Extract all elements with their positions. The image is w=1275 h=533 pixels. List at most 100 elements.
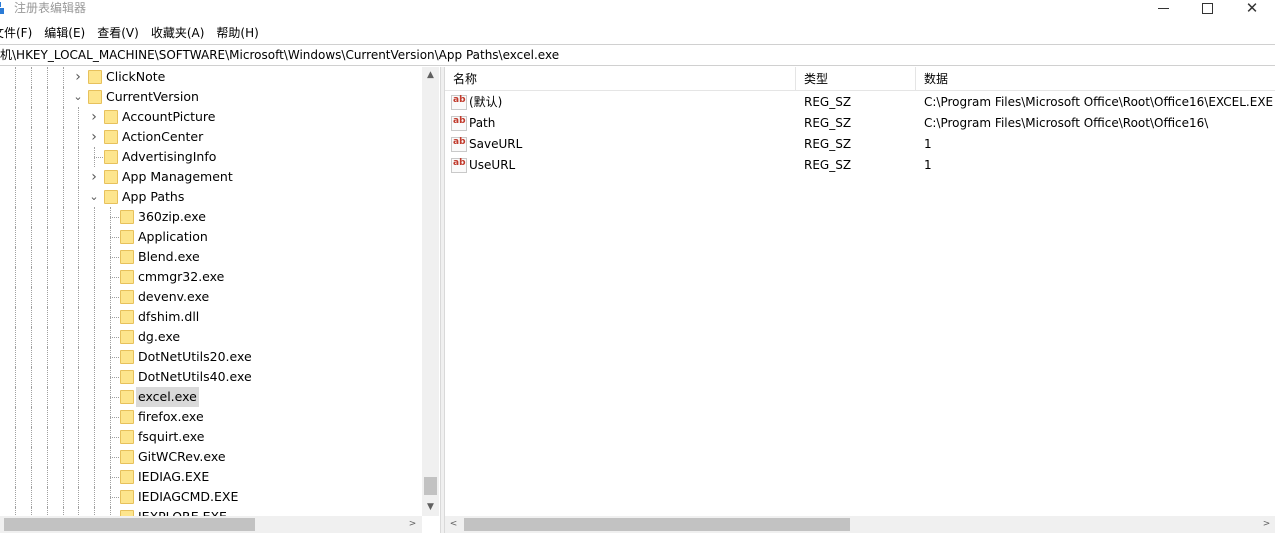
list-item[interactable]: ab UseURL REG_SZ 1 bbox=[445, 155, 1275, 176]
tree-guide-line bbox=[47, 87, 48, 107]
list-item[interactable]: ab Path REG_SZ C:\Program Files\Microsoft O… bbox=[445, 113, 1275, 134]
tree-node-label: ActionCenter bbox=[122, 129, 204, 144]
tree-guide-line bbox=[110, 337, 119, 338]
value-type: REG_SZ bbox=[804, 158, 852, 172]
scroll-right-arrow-icon[interactable]: > bbox=[404, 516, 421, 533]
tree-node[interactable]: › ClickNote bbox=[0, 67, 422, 87]
list-horizontal-scrollbar[interactable]: < > bbox=[445, 516, 1275, 533]
tree-guide-line bbox=[47, 227, 48, 247]
value-type: REG_SZ bbox=[804, 137, 852, 151]
tree-node[interactable]: AdvertisingInfo bbox=[0, 147, 422, 167]
tree-guide-line bbox=[15, 127, 16, 147]
tree-guide-line bbox=[15, 467, 16, 487]
tree-guide-line bbox=[63, 207, 64, 227]
tree-guide-line bbox=[78, 167, 79, 187]
maximize-button[interactable] bbox=[1184, 0, 1230, 16]
tree-node[interactable]: devenv.exe bbox=[0, 287, 422, 307]
tree-node[interactable]: dfshim.dll bbox=[0, 307, 422, 327]
tree-node[interactable]: excel.exe bbox=[0, 387, 422, 407]
tree-guide-line bbox=[78, 287, 79, 307]
tree-guide-line bbox=[63, 467, 64, 487]
tree-guide-line bbox=[47, 167, 48, 187]
tree-vertical-scroll-thumb[interactable] bbox=[424, 477, 437, 495]
tree-node[interactable]: dg.exe bbox=[0, 327, 422, 347]
tree-guide-line bbox=[78, 207, 79, 227]
folder-icon bbox=[120, 210, 134, 224]
menu-view[interactable]: 查看(V) bbox=[91, 23, 145, 43]
tree-guide-line bbox=[63, 427, 64, 447]
tree-node[interactable]: › App Management bbox=[0, 167, 422, 187]
chevron-right-icon[interactable]: › bbox=[88, 170, 100, 184]
folder-icon bbox=[120, 310, 134, 324]
tree-node[interactable]: IEDIAGCMD.EXE bbox=[0, 487, 422, 507]
tree-guide-line bbox=[94, 267, 95, 287]
column-header-name[interactable]: 名称 bbox=[445, 67, 796, 91]
menu-edit[interactable]: 编辑(E) bbox=[38, 23, 91, 43]
tree-guide-line bbox=[78, 447, 79, 467]
tree-node[interactable]: 360zip.exe bbox=[0, 207, 422, 227]
menu-file[interactable]: 文件(F) bbox=[0, 23, 38, 43]
column-header-type[interactable]: 类型 bbox=[796, 67, 916, 91]
tree-guide-line bbox=[78, 407, 79, 427]
menu-favorites[interactable]: 收藏夹(A) bbox=[145, 23, 211, 43]
tree-node[interactable]: cmmgr32.exe bbox=[0, 267, 422, 287]
tree-guide-line bbox=[78, 427, 79, 447]
tree-horizontal-scrollbar[interactable]: > bbox=[0, 516, 422, 533]
minimize-button[interactable] bbox=[1140, 0, 1186, 16]
folder-icon bbox=[104, 130, 118, 144]
tree-node[interactable]: Blend.exe bbox=[0, 247, 422, 267]
close-button[interactable]: ✕ bbox=[1229, 0, 1275, 16]
menu-help[interactable]: 帮助(H) bbox=[210, 23, 264, 43]
chevron-down-icon[interactable]: ⌄ bbox=[72, 91, 84, 103]
tree-guide-line bbox=[63, 447, 64, 467]
tree-node[interactable]: › ActionCenter bbox=[0, 127, 422, 147]
column-header-data[interactable]: 数据 bbox=[916, 67, 1275, 91]
list-horizontal-scroll-thumb[interactable] bbox=[464, 518, 850, 531]
tree-guide-line bbox=[31, 427, 32, 447]
tree-guide-line bbox=[110, 217, 119, 218]
tree-node[interactable]: GitWCRev.exe bbox=[0, 447, 422, 467]
scroll-up-arrow-icon[interactable]: ▲ bbox=[422, 67, 439, 84]
list-item[interactable]: ab (默认) REG_SZ C:\Program Files\Microsoft O… bbox=[445, 92, 1275, 113]
chevron-right-icon[interactable]: › bbox=[88, 130, 100, 144]
tree-node[interactable]: ⌄ App Paths bbox=[0, 187, 422, 207]
scroll-down-arrow-icon[interactable]: ▼ bbox=[422, 499, 439, 516]
tree-guide-line bbox=[63, 147, 64, 167]
tree-node[interactable]: ⌄ CurrentVersion bbox=[0, 87, 422, 107]
tree-node-label: CurrentVersion bbox=[106, 89, 199, 104]
tree-node[interactable]: DotNetUtils20.exe bbox=[0, 347, 422, 367]
tree-guide-line bbox=[31, 207, 32, 227]
chevron-right-icon[interactable]: › bbox=[88, 110, 100, 124]
folder-icon bbox=[120, 450, 134, 464]
tree-guide-line bbox=[15, 247, 16, 267]
scroll-left-arrow-icon[interactable]: < bbox=[445, 516, 462, 533]
tree-node[interactable]: Application bbox=[0, 227, 422, 247]
tree-node-label: dg.exe bbox=[138, 329, 181, 344]
tree-vertical-scrollbar[interactable]: ▲ ▼ bbox=[422, 67, 439, 516]
chevron-down-icon[interactable]: ⌄ bbox=[88, 191, 100, 203]
tree-guide-line bbox=[31, 167, 32, 187]
minimize-icon bbox=[1157, 7, 1169, 9]
tree-guide-line bbox=[94, 427, 95, 447]
tree-guide-line bbox=[47, 247, 48, 267]
tree-guide-line bbox=[47, 387, 48, 407]
tree-guide-line bbox=[78, 507, 79, 516]
tree-node[interactable]: DotNetUtils40.exe bbox=[0, 367, 422, 387]
tree-node[interactable]: firefox.exe bbox=[0, 407, 422, 427]
tree-guide-line bbox=[78, 307, 79, 327]
folder-icon bbox=[104, 170, 118, 184]
scroll-right-arrow-icon[interactable]: > bbox=[1258, 516, 1275, 533]
address-path[interactable]: 计算机\HKEY_LOCAL_MACHINE\SOFTWARE\Microsof… bbox=[0, 45, 559, 65]
tree-node[interactable]: › AccountPicture bbox=[0, 107, 422, 127]
address-bar[interactable]: 计算机\HKEY_LOCAL_MACHINE\SOFTWARE\Microsof… bbox=[0, 44, 1275, 66]
tree-node[interactable]: IEXPLORE.EXE bbox=[0, 507, 422, 516]
tree-guide-line bbox=[110, 437, 119, 438]
tree-node[interactable]: fsquirt.exe bbox=[0, 427, 422, 447]
chevron-right-icon[interactable]: › bbox=[72, 70, 84, 84]
list-item[interactable]: ab SaveURL REG_SZ 1 bbox=[445, 134, 1275, 155]
tree-guide-line bbox=[31, 87, 32, 107]
folder-icon bbox=[120, 270, 134, 284]
tree-guide-line bbox=[31, 127, 32, 147]
tree-horizontal-scroll-thumb[interactable] bbox=[4, 518, 255, 531]
tree-node[interactable]: IEDIAG.EXE bbox=[0, 467, 422, 487]
